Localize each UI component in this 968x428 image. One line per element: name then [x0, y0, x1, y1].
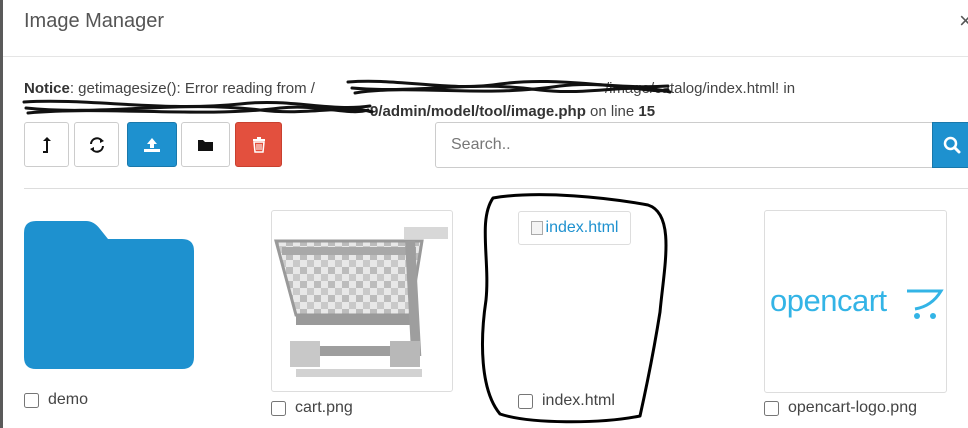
parent-directory-button[interactable] — [24, 122, 69, 167]
item-name: cart.png — [295, 399, 353, 416]
select-checkbox[interactable] — [271, 400, 286, 416]
item-demo[interactable]: demo — [24, 391, 88, 409]
select-checkbox[interactable] — [764, 400, 779, 416]
search-icon — [943, 136, 961, 154]
delete-button[interactable] — [235, 122, 282, 167]
cart-image — [274, 227, 448, 377]
upload-button[interactable] — [127, 122, 177, 167]
logo-text: opencart — [770, 283, 887, 318]
search-input[interactable] — [435, 122, 933, 168]
window-edge — [0, 0, 3, 428]
trash-icon — [252, 136, 265, 153]
broken-image-icon — [530, 221, 543, 235]
opencart-logo: opencart — [770, 283, 887, 319]
notice-file-path: 9/admin/model/tool/image.php — [370, 103, 586, 120]
level-up-icon — [42, 136, 51, 153]
broken-image[interactable]: index.html — [518, 211, 631, 245]
image-thumbnail[interactable]: opencart — [764, 210, 947, 393]
item-cart[interactable]: cart.png — [271, 399, 353, 417]
select-checkbox[interactable] — [518, 393, 533, 409]
toolbar-divider — [24, 188, 968, 189]
new-folder-button[interactable] — [181, 122, 230, 167]
item-name: opencart-logo.png — [788, 399, 917, 416]
modal-header: Image Manager × — [3, 0, 968, 57]
item-opencart-logo[interactable]: opencart-logo.png — [764, 399, 917, 417]
notice-on-line: on line — [585, 103, 639, 120]
item-name: demo — [48, 391, 89, 408]
refresh-button[interactable] — [74, 122, 119, 167]
image-thumbnail[interactable] — [271, 210, 453, 392]
broken-image-alt: index.html — [545, 219, 619, 236]
close-icon[interactable]: × — [959, 8, 968, 34]
notice-label: Notice — [24, 80, 70, 97]
item-name: index.html — [542, 392, 615, 409]
search-button[interactable] — [932, 122, 968, 168]
select-checkbox[interactable] — [24, 392, 39, 408]
notice-line-number: 15 — [638, 103, 656, 120]
error-notice: Notice: getimagesize(): Error reading fr… — [24, 77, 964, 123]
modal-title: Image Manager — [24, 10, 165, 32]
folder-thumbnail[interactable] — [24, 219, 194, 369]
notice-message: : getimagesize(): Error reading from / — [69, 80, 315, 97]
notice-path-end: /image/catalog/index.html! in — [604, 80, 796, 97]
item-index-html[interactable]: index.html — [518, 392, 615, 410]
upload-icon — [144, 137, 160, 152]
refresh-icon — [89, 136, 104, 153]
cart-swoosh-icon — [907, 289, 944, 319]
folder-icon — [198, 139, 213, 151]
